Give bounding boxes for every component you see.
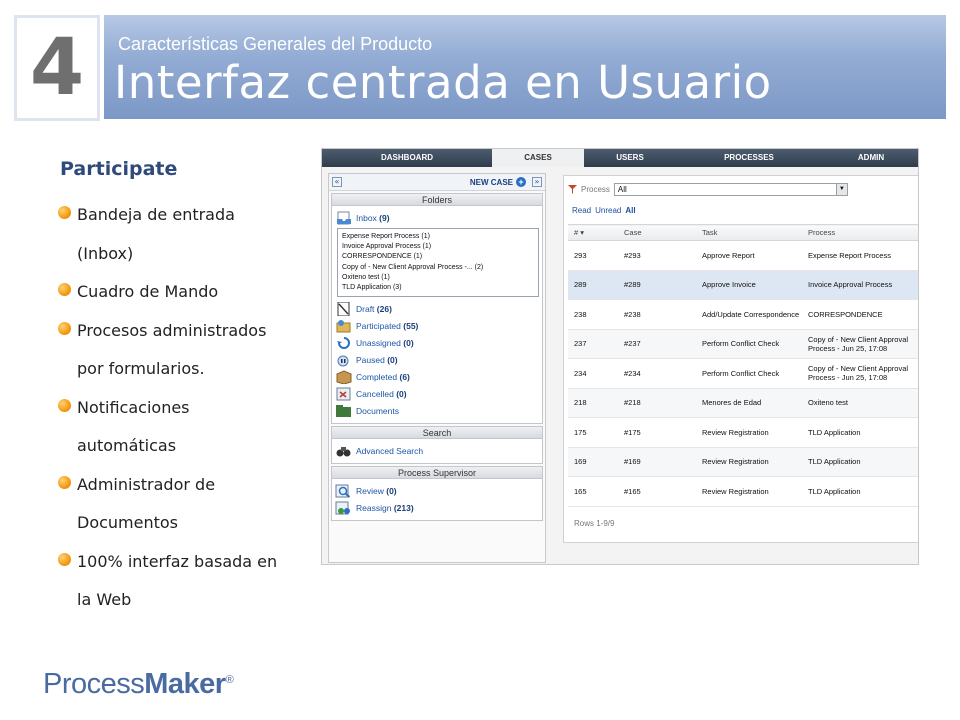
process-select[interactable]: All ▼ [613,183,848,196]
col-task[interactable]: Task [696,224,802,241]
supervisor-review[interactable]: Review (0) [335,482,539,499]
tab-dashboard[interactable]: DASHBOARD [322,149,492,167]
supervisor-header: Process Supervisor [331,466,543,479]
inbox-process-item[interactable]: TLD Application (3) [342,283,534,293]
inbox-process-list: Expense Report Process (1) Invoice Appro… [337,228,539,297]
table-row[interactable]: 169 #169 Review Registration TLD Applicatio… [568,447,918,477]
table-row[interactable]: 238 #238 Add/Update Correspondence CORRESPO… [568,299,918,330]
filter-read-link[interactable]: Read [572,206,591,215]
feature-item: Notificaciones [58,389,290,428]
reassign-icon [335,501,350,514]
paused-icon [337,355,349,366]
folder-draft[interactable]: Draft (26) [335,300,539,317]
folder-unassigned[interactable]: Unassigned (0) [335,334,539,351]
collapse-icon[interactable]: « [332,177,342,187]
folder-participated[interactable]: Participated (55) [335,317,539,334]
expand-icon[interactable]: » [532,177,542,187]
bullet-icon [58,398,71,412]
process-filter: Process All ▼ [568,183,848,196]
bullet-icon [58,475,71,489]
tab-processes[interactable]: PROCESSES [676,149,822,167]
table-row[interactable]: 293 #293 Approve Report Expense Report Proc… [568,240,918,271]
tab-cases[interactable]: CASES [492,149,584,167]
plus-icon: + [516,177,526,187]
folders-header: Folders [331,193,543,206]
cases-sidebar: « NEW CASE + » Folders Inbox (9) Expense … [328,173,546,563]
table-row[interactable]: 237 #237 Perform Conflict Check Copy of - N… [568,329,918,359]
folders-panel: Inbox (9) Expense Report Process (1) Inv… [331,206,543,424]
col-number[interactable]: # ▾ [568,224,618,241]
feature-list: Bandeja de entrada (Inbox) Cuadro de Man… [58,196,290,620]
feature-item-continued: Documentos [77,513,179,532]
col-process[interactable]: Process [802,224,918,241]
unassigned-icon [337,336,350,349]
feature-item-continued: la Web [77,590,132,609]
table-row[interactable]: 165 #165 Review Registration TLD Applicatio… [568,476,918,507]
filter-icon [568,185,577,194]
table-row[interactable]: 175 #175 Review Registration TLD Applicatio… [568,417,918,448]
participated-icon [336,319,351,332]
bullet-icon [58,283,71,296]
new-case-button[interactable]: NEW CASE + [470,177,526,187]
supervisor-panel: Review (0) Reassign (213) [331,479,543,521]
table-row[interactable]: 234 #234 Perform Conflict Check Copy of - N… [568,358,918,389]
section-number-box: 4 [14,15,100,121]
inbox-process-item[interactable]: Expense Report Process (1) [342,232,534,242]
folder-cancelled[interactable]: Cancelled (0) [335,385,539,402]
cancelled-icon [336,387,351,400]
feature-item: 100% interfaz basada en [58,543,290,582]
draft-icon [337,301,350,316]
bullet-icon [58,206,71,219]
section-number: 4 [29,23,85,113]
sidebar-toolbar: « NEW CASE + » [329,174,545,191]
tab-users[interactable]: USERS [584,149,676,167]
advanced-search-link[interactable]: Advanced Search [335,442,539,459]
binoculars-icon [336,446,351,456]
table-row[interactable]: 218 #218 Menores de Edad Oxiteno test [568,388,918,418]
search-panel: Advanced Search [331,439,543,464]
rows-count: Rows 1-9/9 [574,519,615,528]
filter-unread-link[interactable]: Unread [595,206,621,215]
feature-item: Administrador de [58,466,290,505]
header-subtitle: Características Generales del Producto [118,34,433,54]
folder-paused[interactable]: Paused (0) [335,351,539,368]
bullet-icon [58,552,71,566]
inbox-process-item[interactable]: Copy of - New Client Approval Process -.… [342,263,534,273]
folder-completed[interactable]: Completed (6) [335,368,539,385]
completed-icon [336,369,352,384]
table-row[interactable]: 289 #289 Approve Invoice Invoice Approval P… [568,270,918,300]
tab-admin[interactable]: ADMIN [822,149,918,167]
app-screenshot: DASHBOARD CASES USERS PROCESSES ADMIN « … [321,148,919,565]
supervisor-reassign[interactable]: Reassign (213) [335,499,539,516]
search-header: Search [331,426,543,439]
inbox-process-item[interactable]: Oxiteno test (1) [342,273,534,283]
page-title: Interfaz centrada en Usuario [114,56,772,109]
inbox-icon [337,211,351,224]
review-icon [335,484,351,498]
folder-inbox[interactable]: Inbox (9) [335,209,539,226]
inbox-process-item[interactable]: CORRESPONDENCE (1) [342,252,534,262]
feature-item: Cuadro de Mando [58,273,290,312]
participate-heading: Participate [60,158,178,180]
col-case[interactable]: Case [618,224,696,241]
feature-item-continued: (Inbox) [77,243,134,263]
feature-item-continued: automáticas [77,436,177,455]
top-nav: DASHBOARD CASES USERS PROCESSES ADMIN [322,149,918,167]
documents-icon [336,404,351,417]
feature-item: Procesos administrados [58,312,290,351]
sort-icon: ▾ [580,228,585,237]
feature-item: Bandeja de entrada [58,196,290,235]
filter-all-link[interactable]: All [625,206,635,215]
read-filter-links: Read Unread All [572,206,636,215]
cases-list-panel: Process All ▼ Read Unread All # ▾ Case T… [563,175,918,543]
processmaker-logo: ProcessMaker® [43,668,234,700]
inbox-process-item[interactable]: Invoice Approval Process (1) [342,242,534,252]
folder-documents[interactable]: Documents [335,402,539,419]
bullet-icon [58,321,71,335]
cases-table: # ▾ Case Task Process 293 #293 Approve Rep… [568,224,918,507]
dropdown-arrow-icon[interactable]: ▼ [835,184,847,195]
feature-item-continued: por formularios. [77,359,205,378]
table-header-row: # ▾ Case Task Process [568,224,918,241]
